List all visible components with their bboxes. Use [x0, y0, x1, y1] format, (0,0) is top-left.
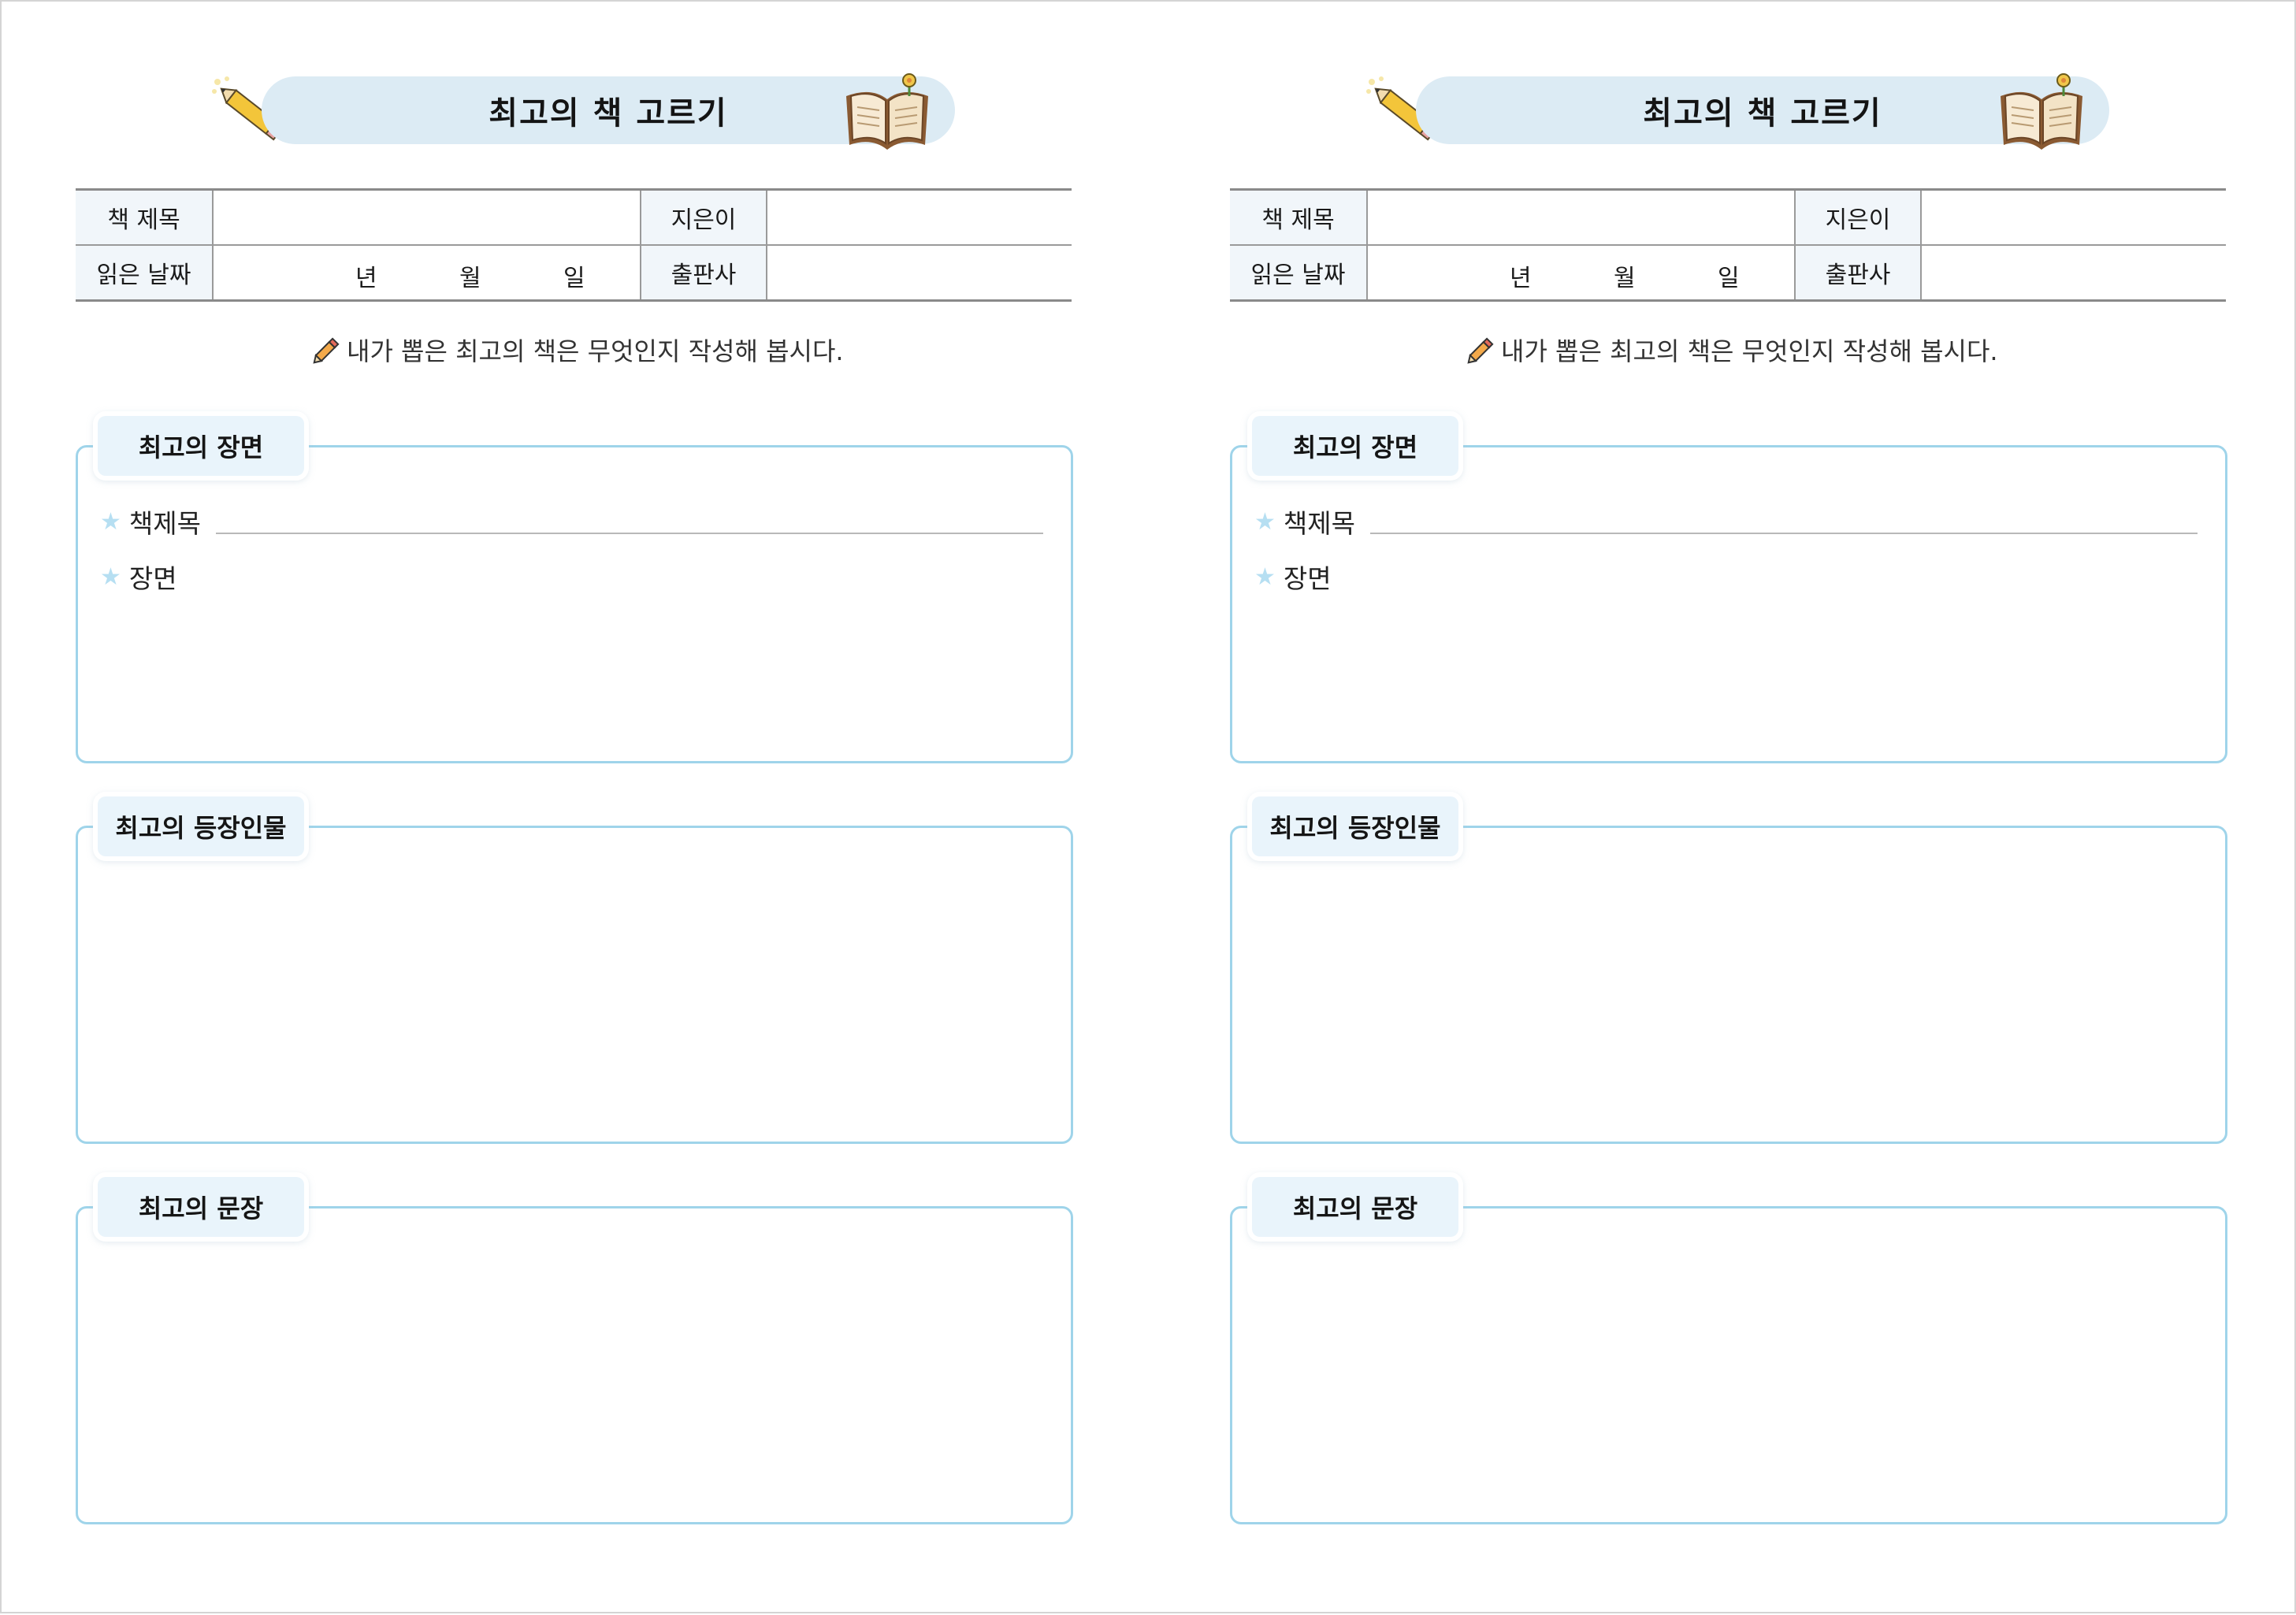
worksheet-page-left: 최고의 책 고르기 책 제목 지은이 읽은 날짜 년 월 일 출판사 내가 뽑은… — [76, 2, 1073, 1615]
star-icon: ★ — [100, 507, 121, 536]
best-scene-row-scene: ★ 장면 — [100, 558, 177, 596]
best-scene-row-scene: ★ 장면 — [1254, 558, 1332, 596]
best-scene-row-title: ★ 책제목 — [1254, 503, 1355, 540]
best-sentence-box[interactable] — [1230, 1206, 2227, 1524]
worksheet-spread: 최고의 책 고르기 책 제목 지은이 읽은 날짜 년 월 일 출판사 내가 뽑은… — [0, 0, 2296, 1613]
best-sentence-box[interactable] — [76, 1206, 1073, 1524]
author-field[interactable] — [767, 188, 1072, 246]
year-unit: 년 — [355, 265, 377, 292]
instruction-text: 내가 뽑은 최고의 책은 무엇인지 작성해 봅시다. — [1501, 336, 1998, 366]
row-label: 장면 — [1283, 563, 1332, 594]
row-label: 장면 — [128, 563, 177, 594]
author-field[interactable] — [1921, 188, 2226, 246]
best-scene-row-title: ★ 책제목 — [100, 503, 201, 540]
read-date-label: 읽은 날짜 — [76, 245, 214, 302]
best-character-box[interactable] — [1230, 826, 2227, 1144]
section-tab-best-sentence: 최고의 문장 — [1252, 1177, 1458, 1237]
section-tab-best-sentence: 최고의 문장 — [98, 1177, 304, 1237]
author-label: 지은이 — [1795, 188, 1922, 246]
row-label: 책제목 — [1283, 508, 1355, 539]
title-underline — [1370, 533, 2198, 534]
book-title-label: 책 제목 — [1230, 188, 1368, 246]
section-tab-best-scene: 최고의 장면 — [1252, 416, 1458, 476]
best-scene-box[interactable]: ★ 책제목 ★ 장면 — [76, 445, 1073, 763]
publisher-field[interactable] — [767, 245, 1072, 302]
year-unit: 년 — [1510, 265, 1532, 292]
book-title-field[interactable] — [1367, 188, 1796, 246]
publisher-label: 출판사 — [641, 245, 767, 302]
open-book-icon — [846, 73, 928, 150]
instruction-text: 내가 뽑은 최고의 책은 무엇인지 작성해 봅시다. — [347, 336, 844, 366]
star-icon: ★ — [1254, 562, 1276, 591]
day-unit: 일 — [1718, 265, 1740, 292]
read-date-field[interactable]: 년 월 일 — [213, 245, 641, 302]
book-title-field[interactable] — [213, 188, 641, 246]
star-icon: ★ — [1254, 507, 1276, 536]
section-tab-best-character: 최고의 등장인물 — [98, 796, 304, 856]
month-unit: 월 — [1614, 265, 1636, 292]
section-tab-best-character: 최고의 등장인물 — [1252, 796, 1458, 856]
title-underline — [216, 533, 1043, 534]
best-character-box[interactable] — [76, 826, 1073, 1144]
worksheet-page-right: 최고의 책 고르기 책 제목 지은이 읽은 날짜 년 월 일 출판사 내가 뽑은… — [1230, 2, 2227, 1615]
book-title-label: 책 제목 — [76, 188, 214, 246]
month-unit: 월 — [459, 265, 481, 292]
day-unit: 일 — [563, 265, 585, 292]
read-date-label: 읽은 날짜 — [1230, 245, 1368, 302]
open-book-icon — [2001, 73, 2082, 150]
worksheet-title: 최고의 책 고르기 — [489, 95, 728, 132]
best-scene-box[interactable]: ★ 책제목 ★ 장면 — [1230, 445, 2227, 763]
publisher-field[interactable] — [1921, 245, 2226, 302]
pencil-icon — [1467, 337, 1494, 364]
instruction-line: 내가 뽑은 최고의 책은 무엇인지 작성해 봅시다. — [1466, 331, 2097, 369]
publisher-label: 출판사 — [1795, 245, 1922, 302]
instruction-line: 내가 뽑은 최고의 책은 무엇인지 작성해 봅시다. — [312, 331, 942, 369]
author-label: 지은이 — [641, 188, 767, 246]
pencil-icon — [313, 337, 340, 364]
book-info-table: 책 제목 지은이 읽은 날짜 년 월 일 출판사 — [76, 188, 1072, 302]
section-tab-best-scene: 최고의 장면 — [98, 416, 304, 476]
worksheet-title: 최고의 책 고르기 — [1643, 95, 1882, 132]
read-date-field[interactable]: 년 월 일 — [1367, 245, 1796, 302]
book-info-table: 책 제목 지은이 읽은 날짜 년 월 일 출판사 — [1230, 188, 2226, 302]
row-label: 책제목 — [128, 508, 201, 539]
star-icon: ★ — [100, 562, 121, 591]
